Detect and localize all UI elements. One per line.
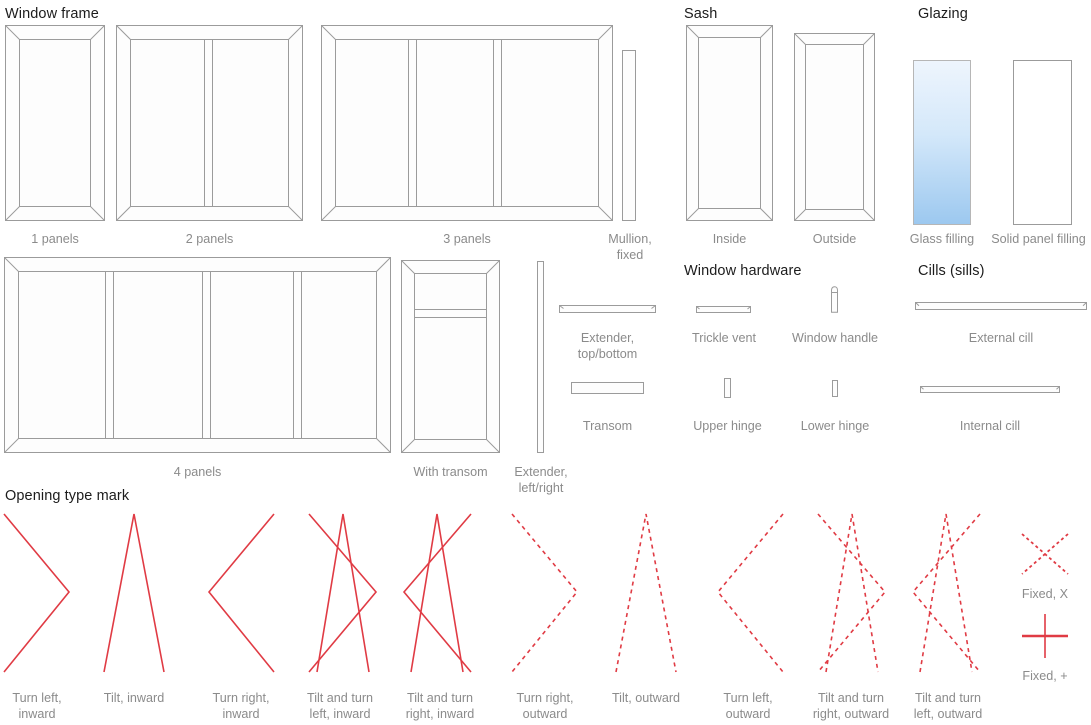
tilt-turn-left-outward-label: Tilt and turn left, outward bbox=[913, 691, 983, 721]
frame-3-panel-label: 3 panels bbox=[443, 232, 491, 246]
tilt-inward-label: Tilt, inward bbox=[103, 691, 165, 705]
sash-outside-label: Outside bbox=[812, 232, 857, 246]
tilt-turn-left-inward-mark[interactable] bbox=[305, 513, 378, 673]
tilt-outward-label: Tilt, outward bbox=[611, 691, 681, 705]
lower-hinge-shape[interactable] bbox=[832, 380, 838, 397]
frame-2-panel-shape[interactable] bbox=[116, 25, 303, 221]
extender-left-right-shape[interactable] bbox=[537, 261, 544, 453]
internal-cill-shape[interactable] bbox=[920, 386, 1060, 393]
extender-left-right-label: Extender, left/right bbox=[514, 465, 568, 495]
turn-left-inward-label: Turn left, inward bbox=[12, 691, 62, 721]
fixed-x-label: Fixed, X bbox=[1021, 587, 1069, 601]
internal-cill-label: Internal cill bbox=[959, 419, 1021, 433]
tilt-outward-mark[interactable] bbox=[615, 513, 677, 673]
section-heading-window-frame: Window frame bbox=[5, 6, 99, 22]
tilt-inward-mark[interactable] bbox=[103, 513, 165, 673]
frame-3-panel-shape[interactable] bbox=[321, 25, 613, 221]
sash-outside-shape[interactable] bbox=[794, 33, 875, 221]
section-heading-sash: Sash bbox=[684, 6, 718, 22]
tilt-turn-left-outward-mark[interactable] bbox=[911, 513, 984, 673]
lower-hinge-label: Lower hinge bbox=[800, 419, 870, 433]
turn-right-inward-label: Turn right, inward bbox=[212, 691, 270, 721]
with-transom-shape[interactable] bbox=[401, 260, 500, 453]
solid-panel-filling-shape[interactable] bbox=[1013, 60, 1072, 225]
solid-panel-filling-label: Solid panel filling bbox=[991, 232, 1086, 246]
tilt-turn-right-inward-mark[interactable] bbox=[402, 513, 475, 673]
glass-filling-label: Glass filling bbox=[909, 232, 975, 246]
frame-4-panel-shape[interactable] bbox=[4, 257, 391, 453]
turn-left-outward-mark[interactable] bbox=[716, 513, 784, 673]
tilt-turn-right-inward-label: Tilt and turn right, inward bbox=[405, 691, 475, 721]
turn-left-outward-label: Turn left, outward bbox=[723, 691, 773, 721]
fixed-x-mark[interactable] bbox=[1021, 533, 1069, 575]
frame-4-panel-label: 4 panels bbox=[173, 465, 222, 479]
sash-inside-shape[interactable] bbox=[686, 25, 773, 221]
transom-label: Transom bbox=[582, 419, 633, 433]
external-cill-label: External cill bbox=[968, 331, 1034, 345]
tilt-turn-left-inward-label: Tilt and turn left, inward bbox=[306, 691, 374, 721]
tilt-turn-right-outward-mark[interactable] bbox=[814, 513, 887, 673]
transom-shape[interactable] bbox=[571, 382, 644, 394]
upper-hinge-shape[interactable] bbox=[724, 378, 731, 398]
tilt-turn-right-outward-label: Tilt and turn right, outward bbox=[812, 691, 890, 721]
mullion-fixed-shape[interactable] bbox=[622, 50, 636, 221]
section-heading-window-hardware: Window hardware bbox=[684, 263, 802, 279]
frame-1-panel-label: 1 panels bbox=[31, 232, 79, 246]
glass-filling-shape[interactable] bbox=[913, 60, 971, 225]
turn-right-outward-mark[interactable] bbox=[511, 513, 579, 673]
frame-2-panel-label: 2 panels bbox=[185, 232, 234, 246]
turn-left-inward-mark[interactable] bbox=[3, 513, 71, 673]
trickle-vent-shape[interactable] bbox=[696, 306, 751, 313]
fixed-plus-label: Fixed, + bbox=[1022, 669, 1068, 683]
section-heading-glazing: Glazing bbox=[918, 6, 968, 22]
turn-right-inward-mark[interactable] bbox=[207, 513, 275, 673]
extender-top-bottom-label: Extender, top/bottom bbox=[577, 331, 638, 361]
section-heading-cills: Cills (sills) bbox=[918, 263, 985, 279]
section-heading-opening-type: Opening type mark bbox=[5, 488, 130, 504]
sash-inside-label: Inside bbox=[712, 232, 747, 246]
window-handle-label: Window handle bbox=[791, 331, 879, 345]
with-transom-label: With transom bbox=[413, 465, 488, 479]
window-handle-shape[interactable] bbox=[830, 286, 839, 313]
trickle-vent-label: Trickle vent bbox=[692, 331, 756, 345]
external-cill-shape[interactable] bbox=[915, 302, 1087, 310]
upper-hinge-label: Upper hinge bbox=[693, 419, 762, 433]
frame-1-panel-shape[interactable] bbox=[5, 25, 105, 221]
turn-right-outward-label: Turn right, outward bbox=[516, 691, 574, 721]
extender-top-bottom-shape[interactable] bbox=[559, 305, 656, 313]
fixed-plus-mark[interactable] bbox=[1021, 613, 1069, 659]
mullion-fixed-label: Mullion, fixed bbox=[608, 232, 652, 262]
